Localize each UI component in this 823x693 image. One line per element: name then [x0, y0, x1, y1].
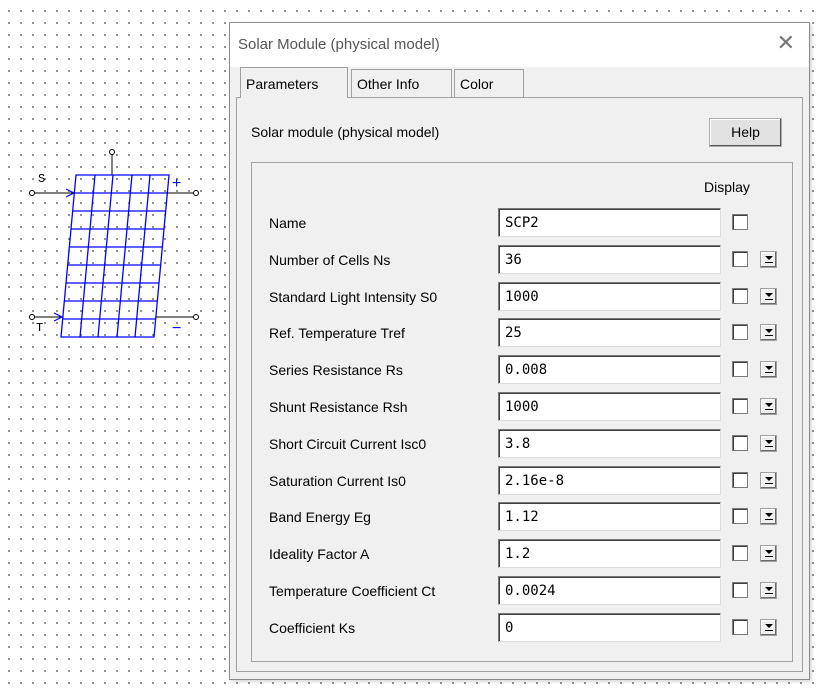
param-label: Saturation Current Is0 [269, 473, 406, 489]
param-row: Series Resistance Rs 0.008 [252, 355, 792, 385]
dropdown-arrow-icon[interactable] [760, 324, 777, 341]
s-input-node[interactable] [29, 190, 35, 196]
minus-output-node[interactable] [193, 314, 199, 320]
param-value-input[interactable]: 1.2 [498, 539, 721, 568]
dropdown-arrow-icon[interactable] [760, 288, 777, 305]
solar-module-dialog: Solar Module (physical model) ✕ Paramete… [229, 22, 810, 680]
param-value-input[interactable]: 25 [498, 318, 721, 347]
display-checkbox[interactable] [732, 545, 748, 561]
param-value-input[interactable]: 1000 [498, 392, 721, 421]
t-input-label: T [36, 321, 43, 335]
top-terminal-node[interactable] [109, 149, 115, 155]
display-checkbox[interactable] [732, 288, 748, 304]
param-label: Ideality Factor A [269, 546, 370, 562]
param-row: Ideality Factor A 1.2 [252, 539, 792, 569]
plus-output-node[interactable] [193, 190, 199, 196]
param-value-input[interactable]: 1000 [498, 282, 721, 311]
display-checkbox[interactable] [732, 361, 748, 377]
display-checkbox[interactable] [732, 214, 748, 230]
dropdown-arrow-icon[interactable] [760, 435, 777, 452]
param-row: Band Energy Eg 1.12 [252, 502, 792, 532]
t-input-node[interactable] [29, 314, 35, 320]
display-checkbox[interactable] [732, 398, 748, 414]
display-checkbox[interactable] [732, 251, 748, 267]
param-value-input[interactable]: 2.16e-8 [498, 466, 721, 495]
minus-sign: − [172, 320, 181, 337]
display-checkbox[interactable] [732, 619, 748, 635]
parameters-group: Display Name SCP2 Number of Cells Ns 36 Stan… [251, 162, 793, 662]
display-checkbox[interactable] [732, 324, 748, 340]
param-value-input[interactable]: 0 [498, 613, 721, 642]
param-label: Temperature Coefficient Ct [269, 583, 436, 599]
display-checkbox[interactable] [732, 508, 748, 524]
param-row: Temperature Coefficient Ct 0.0024 [252, 576, 792, 606]
param-row: Saturation Current Is0 2.16e-8 [252, 466, 792, 496]
panel-heading: Solar module (physical model) [251, 124, 440, 140]
param-value-input[interactable]: 36 [498, 245, 721, 274]
dialog-titlebar[interactable]: Solar Module (physical model) ✕ [230, 23, 809, 67]
param-row: Shunt Resistance Rsh 1000 [252, 392, 792, 422]
dropdown-arrow-icon[interactable] [760, 361, 777, 378]
parameters-panel: Solar module (physical model) Help Displ… [236, 97, 803, 672]
param-value-input[interactable]: 1.12 [498, 502, 721, 531]
param-label: Band Energy Eg [269, 509, 371, 525]
param-row: Number of Cells Ns 36 [252, 245, 792, 275]
s-input-label: S [38, 172, 45, 186]
param-row: Standard Light Intensity S0 1000 [252, 282, 792, 312]
dropdown-arrow-icon[interactable] [760, 508, 777, 525]
dropdown-arrow-icon[interactable] [760, 582, 777, 599]
solar-panel-grid [60, 174, 170, 338]
display-column-header: Display [704, 179, 750, 195]
help-button[interactable]: Help [709, 118, 782, 147]
param-label: Shunt Resistance Rsh [269, 399, 408, 415]
param-label: Name [269, 215, 307, 231]
param-row: Coefficient Ks 0 [252, 613, 792, 643]
param-value-input[interactable]: 3.8 [498, 429, 721, 458]
param-label: Short Circuit Current Isc0 [269, 436, 427, 452]
tab-color[interactable]: Color [454, 69, 524, 97]
display-checkbox[interactable] [732, 472, 748, 488]
param-value-input[interactable]: SCP2 [498, 208, 721, 237]
param-row: Short Circuit Current Isc0 3.8 [252, 429, 792, 459]
dropdown-arrow-icon[interactable] [760, 545, 777, 562]
param-value-input[interactable]: 0.008 [498, 355, 721, 384]
param-row: Name SCP2 [252, 208, 792, 238]
param-label: Series Resistance Rs [269, 362, 403, 378]
display-checkbox[interactable] [732, 582, 748, 598]
display-checkbox[interactable] [732, 435, 748, 451]
dropdown-arrow-icon[interactable] [760, 472, 777, 489]
param-label: Coefficient Ks [269, 620, 356, 636]
solar-module-symbol[interactable]: S T + − [0, 0, 225, 360]
dropdown-arrow-icon[interactable] [760, 619, 777, 636]
tab-other-info[interactable]: Other Info [351, 69, 452, 97]
param-row: Ref. Temperature Tref 25 [252, 318, 792, 348]
param-value-input[interactable]: 0.0024 [498, 576, 721, 605]
plus-sign: + [172, 175, 181, 192]
param-label: Number of Cells Ns [269, 252, 391, 268]
dialog-title: Solar Module (physical model) [238, 36, 440, 53]
tab-parameters[interactable]: Parameters [240, 67, 348, 98]
close-icon[interactable]: ✕ [777, 31, 795, 55]
param-label: Ref. Temperature Tref [269, 325, 405, 341]
param-label: Standard Light Intensity S0 [269, 289, 438, 305]
dropdown-arrow-icon[interactable] [760, 251, 777, 268]
dropdown-arrow-icon[interactable] [760, 398, 777, 415]
